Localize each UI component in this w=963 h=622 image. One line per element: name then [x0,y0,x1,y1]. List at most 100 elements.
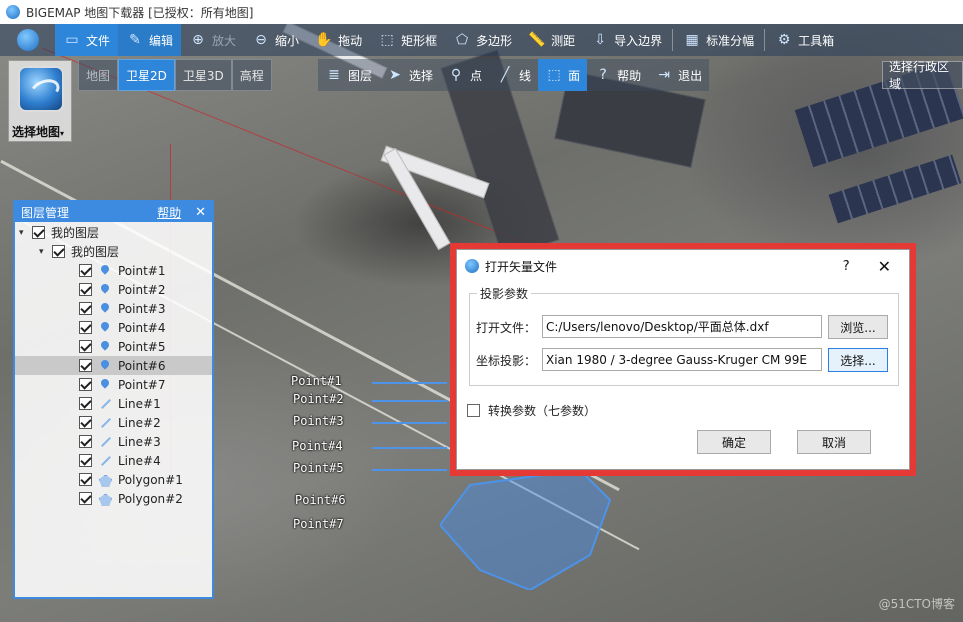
app-logo-icon [465,259,479,273]
layer-checkbox[interactable] [79,321,92,334]
edit-button[interactable]: ✎ 编辑 [118,24,182,56]
help-icon[interactable]: ? [843,259,850,274]
layer-checkbox[interactable] [79,378,92,391]
layer-item-label: Line#3 [118,434,161,449]
point-tool-button[interactable]: ⚲ 点 [440,59,490,91]
zoom-out-button[interactable]: ⊖ 缩小 [244,24,307,56]
layer-item[interactable]: Point#6 [15,356,212,375]
cancel-button[interactable]: 取消 [797,430,871,454]
rectangle-button[interactable]: ⬚ 矩形框 [370,24,445,56]
layer-checkbox[interactable] [79,492,92,505]
convert-params-option[interactable]: 转换参数（七参数） [467,402,596,419]
map-point-label[interactable]: Point#4 [292,439,343,453]
layer-panel-header: 图层管理 帮助 ✕ [15,202,212,222]
toolbox-button[interactable]: ⚙ 工具箱 [767,24,842,56]
app-logo-icon [6,5,20,19]
layer-checkbox[interactable] [79,435,92,448]
projection-label: 坐标投影： [476,354,537,368]
import-boundary-button[interactable]: ⇩ 导入边界 [583,24,670,56]
projection-input[interactable] [542,348,822,371]
app-menu-button[interactable] [0,24,55,56]
file-button[interactable]: ▭ 文件 [55,24,119,56]
layer-item[interactable]: Point#1 [15,261,212,280]
zoom-out-icon: ⊖ [255,32,267,48]
exit-button[interactable]: ⇥ 退出 [648,59,710,91]
toolbar-divider [764,29,766,51]
select-region-button[interactable]: 选择行政区域 [882,60,963,91]
window-title: BIGEMAP 地图下载器 [已授权：所有地图] [26,5,254,20]
layer-item[interactable]: Point#5 [15,337,212,356]
layer-checkbox[interactable] [79,473,92,486]
polygon-button[interactable]: ⬠ 多边形 [445,24,520,56]
layer-checkbox[interactable] [79,397,92,410]
app-logo-icon [16,29,39,51]
line-tool-button[interactable]: ╱ 线 [489,59,539,91]
layer-checkbox[interactable] [79,454,92,467]
measure-button[interactable]: 📏 测距 [520,24,583,56]
collapse-icon[interactable]: ▾ [39,247,49,257]
watermark: @51CTO博客 [878,597,955,611]
layer-item[interactable]: Point#3 [15,299,212,318]
layer-item[interactable]: Line#3 [15,432,212,451]
zoom-in-icon: ⊕ [192,32,204,48]
map-point-label[interactable]: Point#5 [293,461,344,475]
map-point-label[interactable]: Point#2 [293,392,344,406]
zoom-in-button[interactable]: ⊕ 放大 [181,24,244,56]
layer-checkbox[interactable] [79,340,92,353]
dialog-title-bar: 打开矢量文件 ? ✕ [457,250,909,282]
layer-item[interactable]: Point#7 [15,375,212,394]
select-map-widget[interactable]: 选择地图▾ [8,60,72,142]
layer-checkbox[interactable] [79,416,92,429]
pan-button[interactable]: ✋ 拖动 [307,24,370,56]
tree-root[interactable]: ▾ 我的图层 [15,223,212,242]
select-tool-button[interactable]: ➤ 选择 [379,59,441,91]
layer-item[interactable]: Point#2 [15,280,212,299]
layer-item[interactable]: Line#2 [15,413,212,432]
layer-item[interactable]: Polygon#2 [15,489,212,508]
map-point-label[interactable]: Point#7 [293,517,344,531]
layer-item[interactable]: Line#1 [15,394,212,413]
tab-elevation[interactable]: 高程 [231,59,272,91]
help-button[interactable]: ? 帮助 [587,59,649,91]
layer-item-label: Line#2 [118,415,161,430]
exit-icon: ⇥ [658,67,670,83]
layers-button[interactable]: ≣ 图层 [318,59,380,91]
layer-item[interactable]: Point#4 [15,318,212,337]
map-point-label[interactable]: Point#3 [293,414,344,428]
layer-checkbox[interactable] [79,302,92,315]
line-icon: ╱ [500,67,510,83]
layer-panel-help-link[interactable]: 帮助 [157,204,181,221]
point-marker-line [372,469,447,471]
folder-icon: ▭ [65,32,79,48]
polygon-overlay[interactable] [440,470,620,590]
tab-satellite-2d[interactable]: 卫星2D [118,59,175,91]
map-point-label[interactable]: Point#6 [295,493,346,507]
layer-panel: 图层管理 帮助 ✕ ▾ 我的图层 ▾ 我的图层 Point#1 Point#2 Po… [13,200,214,599]
ok-button[interactable]: 确定 [697,430,771,454]
tab-map[interactable]: 地图 [78,59,119,91]
layer-item[interactable]: Line#4 [15,451,212,470]
standard-grid-button[interactable]: ▦ 标准分幅 [675,24,762,56]
tab-satellite-3d[interactable]: 卫星3D [174,59,232,91]
collapse-icon[interactable]: ▾ [19,228,29,238]
area-tool-button[interactable]: ⬚ 面 [538,59,588,91]
close-icon[interactable]: ✕ [195,205,206,220]
layer-item-label: Point#7 [118,377,166,392]
layer-checkbox[interactable] [79,264,92,277]
browse-button[interactable]: 浏览... [828,315,888,339]
tree-checkbox[interactable] [32,226,45,239]
line-icon [98,435,112,449]
layer-checkbox[interactable] [79,359,92,372]
map-point-label[interactable]: Point#1 [291,374,342,388]
select-projection-button[interactable]: 选择... [828,348,888,372]
convert-params-checkbox[interactable] [467,404,480,417]
tree-group[interactable]: ▾ 我的图层 [15,242,212,261]
point-marker-line [372,400,447,402]
tree-checkbox[interactable] [52,245,65,258]
layer-checkbox[interactable] [79,283,92,296]
open-file-input[interactable] [542,315,822,338]
point-marker-line [372,447,447,449]
close-icon[interactable]: ✕ [878,257,891,276]
layer-item[interactable]: Polygon#1 [15,470,212,489]
hand-icon: ✋ [315,32,333,48]
